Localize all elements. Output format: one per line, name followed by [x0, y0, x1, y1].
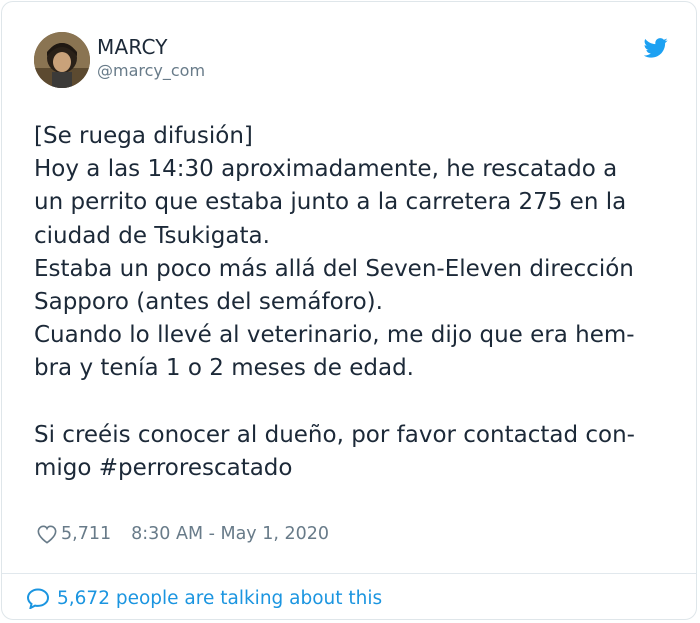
tweet-line: ciudad de Tsukigata.	[34, 222, 270, 249]
tweet-text: [Se ruega difusión] Hoy a las 14:30 apro…	[34, 120, 682, 485]
avatar-image	[34, 32, 90, 88]
tweet-line: Hoy a las 14:30 aproximadamente, he resc…	[34, 156, 618, 183]
tweet-line: [Se ruega difusión]	[34, 123, 253, 149]
tweet-line: migo #perrorescatado	[34, 454, 293, 481]
tweet-line: un perrito que estaba junto a la carrete…	[34, 189, 627, 216]
display-name[interactable]: MARCY	[97, 35, 168, 59]
tweet-line: Estaba un poco más allá del Seven-Eleven…	[34, 255, 634, 282]
heart-icon[interactable]	[36, 524, 58, 544]
tweet-line: bra y tenía 1 o 2 meses de edad.	[34, 355, 414, 382]
user-handle[interactable]: @marcy_com	[97, 61, 205, 80]
conversation-link[interactable]: 5,672 people are talking about this	[26, 587, 382, 609]
tweet-card: MARCY @marcy_com [Se ruega difusión] Hoy…	[1, 1, 697, 620]
tweet-meta: 5,711 8:30 AM - May 1, 2020	[36, 524, 329, 544]
twitter-bird-icon[interactable]	[644, 38, 668, 58]
timestamp[interactable]: 8:30 AM - May 1, 2020	[131, 524, 329, 544]
like-count[interactable]: 5,711	[61, 524, 111, 544]
speech-bubble-icon	[26, 588, 50, 609]
conversation-text[interactable]: 5,672 people are talking about this	[57, 588, 382, 609]
avatar[interactable]	[34, 32, 90, 88]
divider	[2, 573, 696, 574]
tweet-line: Sapporo (antes del semáforo).	[34, 288, 383, 315]
tweet-line: Si creéis conocer al dueño, por favor co…	[34, 421, 635, 448]
tweet-line: Cuando lo llevé al veterinario, me dijo …	[34, 322, 635, 349]
